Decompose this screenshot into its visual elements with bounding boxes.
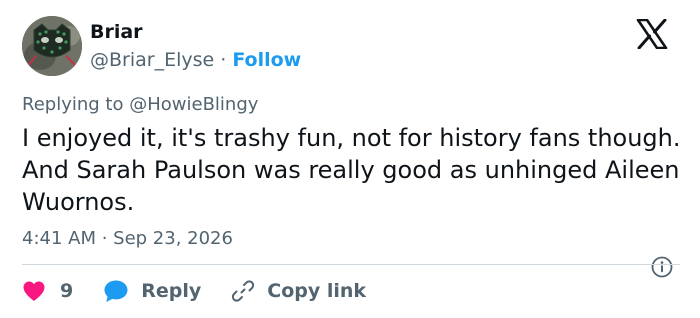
reply-context: Replying to @HowieBlingy [22, 94, 258, 115]
x-logo-icon[interactable] [636, 18, 668, 50]
author-handle-row: @Briar_Elyse · Follow [90, 49, 301, 71]
tweet-text: I enjoyed it, it's trashy fun, not for h… [22, 124, 681, 216]
divider [22, 264, 680, 265]
copy-link-label: Copy link [267, 280, 367, 302]
tweet-timestamp[interactable]: 4:41 AM · Sep 23, 2026 [22, 228, 233, 249]
author-handle[interactable]: @Briar_Elyse [90, 49, 214, 71]
reply-button[interactable]: Reply [103, 279, 201, 303]
heart-icon [23, 281, 45, 301]
reply-context-prefix: Replying to [22, 94, 124, 115]
reply-bubble-icon [104, 280, 128, 302]
avatar[interactable] [22, 16, 82, 76]
action-bar: 9 Reply Copy link [22, 278, 366, 304]
author-display-name[interactable]: Briar [90, 21, 143, 43]
separator-dot: · [220, 49, 227, 71]
copy-link-button[interactable]: Copy link [231, 279, 366, 303]
reply-label: Reply [141, 280, 202, 302]
info-icon[interactable] [651, 256, 673, 278]
avatar-cat-icon [22, 16, 82, 76]
like-count: 9 [60, 280, 74, 302]
follow-button[interactable]: Follow [232, 49, 301, 71]
tweet-card: Briar @Briar_Elyse · Follow Replying to … [0, 0, 700, 318]
like-button[interactable]: 9 [22, 280, 73, 302]
link-icon [232, 280, 255, 302]
reply-mention-link[interactable]: @HowieBlingy [129, 94, 258, 115]
